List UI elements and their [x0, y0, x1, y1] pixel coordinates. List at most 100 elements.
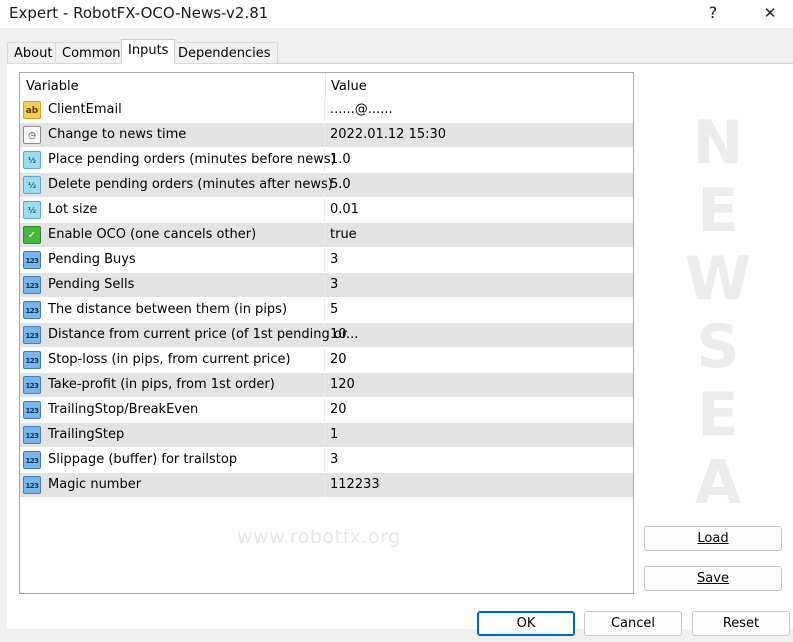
variable-value[interactable]: 120	[330, 377, 355, 392]
variable-cell[interactable]: 123 TrailingStop/BreakEven	[20, 398, 325, 422]
variable-value[interactable]: 3	[330, 252, 338, 267]
variable-cell[interactable]: 123 TrailingStep	[20, 423, 325, 447]
window-title: Expert - RobotFX-OCO-News-v2.81	[9, 4, 269, 22]
variable-cell[interactable]: ✓ Enable OCO (one cancels other)	[20, 223, 325, 247]
variable-cell[interactable]: 123 Distance from current price (of 1st p…	[20, 323, 358, 347]
column-header-variable[interactable]: Variable	[26, 79, 79, 94]
variable-value[interactable]: ......@......	[330, 102, 393, 117]
column-header-value[interactable]: Value	[331, 79, 367, 94]
variable-cell[interactable]: 123 The distance between them (in pips)	[20, 298, 325, 322]
watermark-domain: www.robotfx.org	[237, 526, 401, 548]
variable-value[interactable]: 2022.01.12 15:30	[330, 127, 446, 142]
variable-cell[interactable]: ab ClientEmail	[20, 98, 325, 122]
table-row[interactable]: 123 Pending Buys 3	[20, 248, 633, 273]
table-row[interactable]: 123 Magic number 112233	[20, 473, 633, 498]
table-row[interactable]: ½ Delete pending orders (minutes after ne…	[20, 173, 633, 198]
integer-icon: 123	[23, 451, 41, 469]
integer-icon: 123	[23, 351, 41, 369]
cancel-button[interactable]: Cancel	[584, 611, 682, 636]
variable-name: Take-profit (in pips, from 1st order)	[48, 377, 275, 392]
variable-cell[interactable]: 123 Take-profit (in pips, from 1st order)	[20, 373, 325, 397]
dialog-body: About Common Inputs Dependencies Variabl…	[0, 28, 793, 642]
help-button[interactable]: ?	[690, 0, 736, 28]
ok-button[interactable]: OK	[477, 611, 575, 636]
variable-name: Stop-loss (in pips, from current price)	[48, 352, 291, 367]
reset-button[interactable]: Reset	[692, 611, 790, 636]
tab-dependencies[interactable]: Dependencies	[171, 42, 278, 63]
integer-icon: 123	[23, 476, 41, 494]
variable-value[interactable]: 0.01	[330, 202, 359, 217]
table-row[interactable]: 123 Pending Sells 3	[20, 273, 633, 298]
variable-name: ClientEmail	[48, 102, 122, 117]
variable-value[interactable]: 1	[330, 427, 338, 442]
inputs-table: Variable Value ab ClientEmail ......@.....…	[19, 72, 634, 594]
watermark-letter: A	[694, 448, 742, 518]
variable-value[interactable]: true	[330, 227, 357, 242]
tab-inputs[interactable]: Inputs	[121, 39, 176, 64]
inputs-panel: Variable Value ab ClientEmail ......@.....…	[7, 63, 793, 629]
variable-name: Place pending orders (minutes before new…	[48, 152, 336, 167]
variable-cell[interactable]: 123 Pending Buys	[20, 248, 325, 272]
load-button[interactable]: Load	[644, 526, 782, 551]
variable-name: Distance from current price (of 1st pend…	[48, 327, 359, 342]
load-button-label: Load	[697, 531, 729, 546]
variable-value[interactable]: 3	[330, 452, 338, 467]
variable-name: TrailingStop/BreakEven	[48, 402, 199, 417]
variable-value[interactable]: 5	[330, 302, 338, 317]
table-row[interactable]: 123 Slippage (buffer) for trailstop 3	[20, 448, 633, 473]
table-row[interactable]: 123 The distance between them (in pips) 5	[20, 298, 633, 323]
table-header: Variable Value	[20, 73, 633, 99]
variable-cell[interactable]: 123 Pending Sells	[20, 273, 325, 297]
datetime-icon: ◷	[23, 126, 41, 144]
variable-cell[interactable]: ◷ Change to news time	[20, 123, 325, 147]
variable-cell[interactable]: ½ Lot size	[20, 198, 325, 222]
integer-icon: 123	[23, 376, 41, 394]
string-icon: ab	[23, 101, 41, 119]
variable-value[interactable]: 1.0	[330, 152, 351, 167]
integer-icon: 123	[23, 326, 41, 344]
table-rows: ab ClientEmail ......@...... ◷ Change to new…	[20, 98, 633, 498]
variable-name: The distance between them (in pips)	[48, 302, 288, 317]
variable-cell[interactable]: 123 Stop-loss (in pips, from current pric…	[20, 348, 325, 372]
double-icon: ½	[23, 176, 41, 194]
variable-value[interactable]: 10	[330, 327, 347, 342]
integer-icon: 123	[23, 301, 41, 319]
variable-cell[interactable]: 123 Magic number	[20, 473, 325, 497]
table-row[interactable]: ½ Lot size 0.01	[20, 198, 633, 223]
variable-name: Pending Buys	[48, 252, 136, 267]
variable-name: Magic number	[48, 477, 142, 492]
table-row[interactable]: 123 TrailingStep 1	[20, 423, 633, 448]
variable-name: TrailingStep	[48, 427, 125, 442]
table-row[interactable]: ab ClientEmail ......@......	[20, 98, 633, 123]
variable-value[interactable]: 20	[330, 402, 347, 417]
table-row[interactable]: ◷ Change to news time 2022.01.12 15:30	[20, 123, 633, 148]
table-row[interactable]: 123 TrailingStop/BreakEven 20	[20, 398, 633, 423]
tab-about[interactable]: About	[7, 42, 60, 63]
variable-name: Lot size	[48, 202, 98, 217]
variable-value[interactable]: 20	[330, 352, 347, 367]
table-row[interactable]: 123 Distance from current price (of 1st p…	[20, 323, 633, 348]
save-button-label: Save	[697, 571, 729, 586]
watermark-news-ea: N E W S E A	[683, 109, 753, 517]
save-button[interactable]: Save	[644, 566, 782, 591]
integer-icon: 123	[23, 426, 41, 444]
variable-cell[interactable]: ½ Delete pending orders (minutes after ne…	[20, 173, 333, 197]
table-row[interactable]: ½ Place pending orders (minutes before ne…	[20, 148, 633, 173]
table-row[interactable]: 123 Stop-loss (in pips, from current pric…	[20, 348, 633, 373]
variable-value[interactable]: 112233	[330, 477, 380, 492]
tab-common[interactable]: Common	[55, 42, 128, 63]
watermark-letter: S	[696, 312, 740, 382]
variable-name: Delete pending orders (minutes after new…	[48, 177, 333, 192]
variable-value[interactable]: 5.0	[330, 177, 351, 192]
column-divider[interactable]	[325, 73, 326, 98]
close-button[interactable]: ✕	[747, 0, 793, 28]
bool-icon: ✓	[23, 226, 41, 244]
table-row[interactable]: ✓ Enable OCO (one cancels other) true	[20, 223, 633, 248]
variable-value[interactable]: 3	[330, 277, 338, 292]
title-bar: Expert - RobotFX-OCO-News-v2.81 ? ✕	[0, 0, 793, 28]
variable-name: Change to news time	[48, 127, 187, 142]
table-row[interactable]: 123 Take-profit (in pips, from 1st order)…	[20, 373, 633, 398]
variable-cell[interactable]: 123 Slippage (buffer) for trailstop	[20, 448, 325, 472]
variable-name: Enable OCO (one cancels other)	[48, 227, 257, 242]
variable-cell[interactable]: ½ Place pending orders (minutes before ne…	[20, 148, 336, 172]
